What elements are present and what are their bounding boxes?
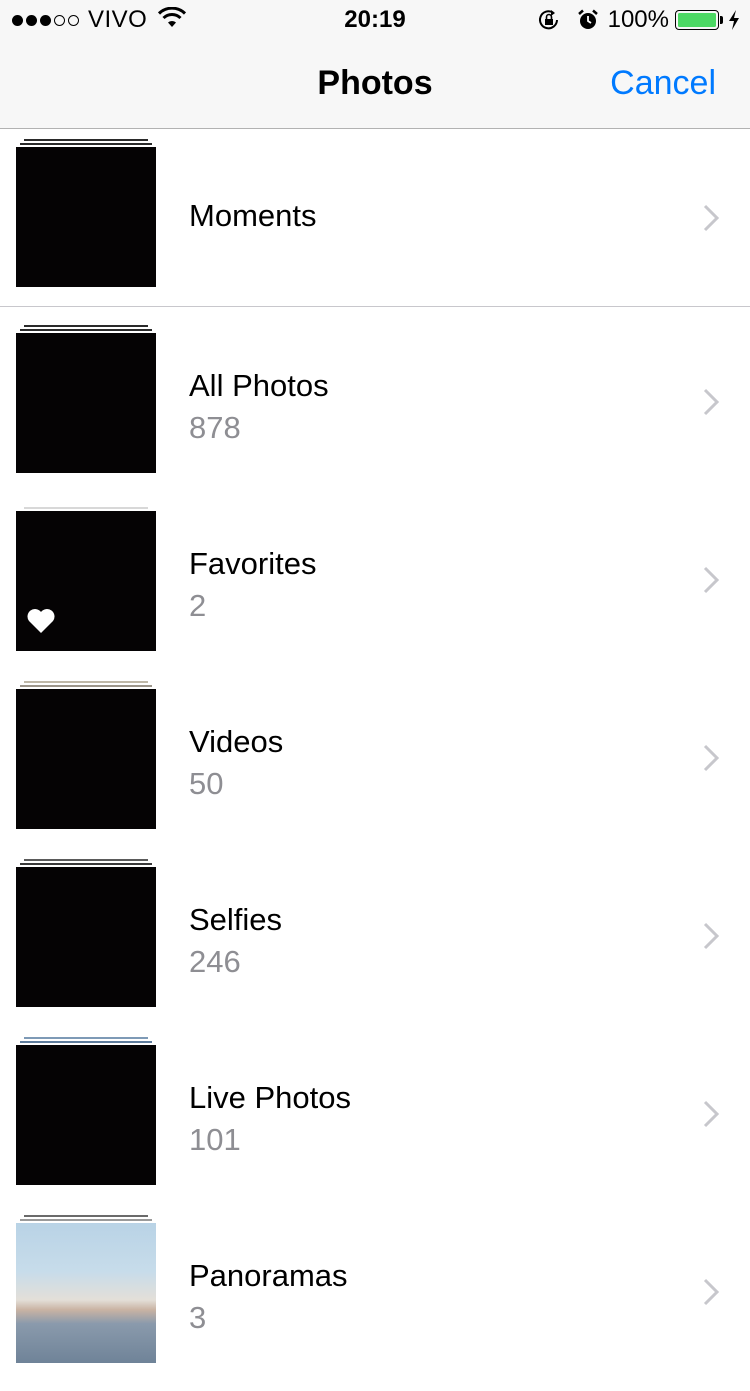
- album-thumbnail: [16, 1213, 156, 1373]
- album-cover: [16, 689, 156, 829]
- album-name: Videos: [189, 724, 284, 759]
- stack-edge: [20, 329, 152, 331]
- battery-percent: 100%: [607, 6, 669, 33]
- stack-edge: [24, 859, 148, 861]
- album-name: Panoramas: [189, 1258, 348, 1293]
- stack-edge: [20, 1219, 152, 1221]
- chevron-right-icon: [702, 921, 720, 956]
- chevron-right-icon: [702, 743, 720, 778]
- album-cover: [16, 1223, 156, 1363]
- album-row-selfies[interactable]: Selfies 246: [0, 857, 750, 1035]
- chevron-right-icon: [702, 387, 720, 422]
- album-thumbnail: [16, 137, 156, 297]
- stack-edge: [20, 685, 152, 687]
- album-cover: [16, 147, 156, 287]
- album-name: Favorites: [189, 546, 317, 581]
- album-count: 246: [189, 944, 241, 979]
- album-cover: [16, 511, 156, 651]
- album-row-panoramas[interactable]: Panoramas 3: [0, 1213, 750, 1391]
- album-thumbnail: [16, 1035, 156, 1195]
- stack-edge: [24, 325, 148, 327]
- battery-cap: [720, 16, 723, 24]
- stack-edge: [20, 1041, 152, 1043]
- album-count: 3: [189, 1300, 207, 1335]
- album-cover: [16, 1045, 156, 1185]
- album-thumbnail: [16, 501, 156, 661]
- stack-edge: [24, 681, 148, 683]
- album-name: Live Photos: [189, 1080, 351, 1115]
- album-name: All Photos: [189, 368, 329, 403]
- album-thumbnail: [16, 857, 156, 1017]
- album-count: 101: [189, 1122, 241, 1157]
- panorama-cover-image: [16, 1223, 156, 1363]
- album-cover: [16, 867, 156, 1007]
- battery-fill: [678, 13, 716, 27]
- chevron-right-icon: [702, 1099, 720, 1134]
- stack-edge: [20, 143, 152, 145]
- cancel-button[interactable]: Cancel: [610, 64, 716, 103]
- chevron-right-icon: [702, 1277, 720, 1312]
- stack-edge: [24, 139, 148, 141]
- album-row-live-photos[interactable]: Live Photos 101: [0, 1035, 750, 1213]
- album-row-moments[interactable]: Moments: [0, 137, 750, 315]
- chevron-right-icon: [702, 565, 720, 600]
- album-name: Selfies: [189, 902, 283, 937]
- status-right: 100%: [536, 6, 740, 34]
- stack-edge: [24, 1037, 148, 1039]
- alarm-icon: [576, 8, 600, 32]
- stack-edge: [24, 1215, 148, 1217]
- chevron-right-icon: [702, 203, 720, 238]
- nav-bar: Photos Cancel: [0, 40, 750, 129]
- album-cover: [16, 333, 156, 473]
- section-divider: [0, 306, 750, 307]
- album-count: 878: [189, 410, 241, 445]
- album-row-videos[interactable]: Videos 50: [0, 679, 750, 857]
- charging-bolt-icon: [728, 9, 740, 31]
- stack-edge: [20, 863, 152, 865]
- album-thumbnail: [16, 679, 156, 839]
- rotation-lock-icon: [536, 8, 562, 32]
- battery-icon: [675, 10, 719, 30]
- album-thumbnail: [16, 323, 156, 483]
- stack-edge: [24, 507, 148, 509]
- album-row-all-photos[interactable]: All Photos 878: [0, 323, 750, 501]
- album-row-favorites[interactable]: Favorites 2: [0, 501, 750, 679]
- album-name: Moments: [189, 198, 317, 233]
- heart-icon: [26, 608, 56, 639]
- status-bar: VIVO 20:19 100%: [0, 0, 750, 40]
- album-count: 2: [189, 588, 207, 623]
- album-count: 50: [189, 766, 224, 801]
